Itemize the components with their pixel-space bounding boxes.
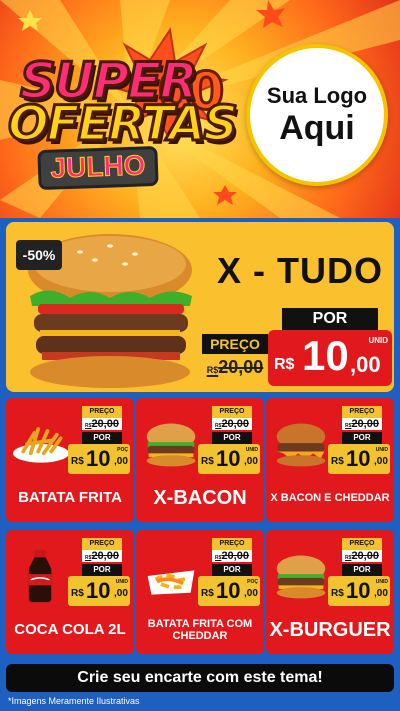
new-price-label: POR	[82, 564, 122, 576]
cheddar-fries-icon	[147, 570, 195, 595]
product-card[interactable]: PREÇO R$20,00 POR R$ 10 ,00 UNID X-BURGU…	[266, 530, 394, 654]
featured-offer[interactable]: -50% X - TUDO PREÇO R$20,00 POR R$ 10 ,0…	[6, 222, 394, 392]
old-price-label: PREÇO	[212, 406, 252, 418]
new-price: R$ 10 ,00 UNID	[198, 444, 260, 474]
old-price-label: PREÇO	[82, 538, 122, 550]
disclaimer-text: *Imagens Meramente Ilustrativas	[8, 696, 140, 706]
super-ofertas-title: 00 SUPER OFERTAS JULHO	[7, 51, 248, 202]
burger-icon	[146, 423, 196, 467]
logo-placeholder[interactable]: Sua Logo Aqui	[246, 44, 388, 186]
old-price: R$20,00	[82, 550, 122, 562]
title-ofertas: OFERTAS	[7, 95, 240, 154]
product-card[interactable]: PREÇO R$20,00 POR R$ 10 ,00 UNID COCA CO…	[6, 530, 134, 654]
product-name: X-BACON	[153, 487, 247, 509]
new-price: R$ 10 ,00 UNID	[68, 576, 130, 606]
cheddar-burger-icon	[276, 423, 326, 467]
product-card[interactable]: PREÇO R$20,00 POR R$ 10 ,00 POÇ BATATA F…	[136, 530, 264, 654]
old-price: R$20,00	[212, 418, 252, 430]
month-badge: JULHO	[37, 145, 159, 191]
featured-product-name: X - TUDO	[217, 250, 383, 291]
old-price-label: PREÇO	[82, 406, 122, 418]
logo-text-line1: Sua Logo	[266, 83, 368, 108]
old-price: R$20,00	[82, 418, 122, 430]
new-price: R$ 10 ,00 UNID	[328, 444, 390, 474]
product-name: BATATA FRITA	[18, 488, 122, 506]
new-price: R$ 10 ,00 UNID	[268, 330, 392, 386]
old-price: R$20,00	[342, 550, 382, 562]
header-banner: 00 SUPER OFERTAS JULHO Sua Logo Aqui	[0, 0, 400, 218]
old-price: R$20,00	[342, 418, 382, 430]
product-name: X-BURGUER	[269, 619, 391, 641]
product-name: BATATA FRITA COM CHEDDAR	[147, 617, 253, 642]
old-price-label: PREÇO	[342, 538, 382, 550]
product-name: X BACON E CHEDDAR	[270, 491, 390, 504]
new-price: R$ 10 ,00 UNID	[328, 576, 390, 606]
old-price-label: PREÇO	[202, 334, 268, 354]
fries-icon	[13, 427, 69, 463]
new-price: R$ 10 ,00 POÇ	[68, 444, 130, 474]
new-price-label: POR	[282, 308, 378, 330]
old-price-box: PREÇO R$20,00	[202, 334, 268, 380]
soda-bottle-icon	[28, 549, 52, 603]
new-price-box: POR R$ 10 ,00 UNID	[268, 308, 392, 388]
new-price: R$ 10 ,00 POÇ	[198, 576, 260, 606]
old-price: R$20,00	[212, 550, 252, 562]
new-price-label: POR	[212, 564, 252, 576]
new-price-label: POR	[342, 432, 382, 444]
logo-text-line2: Aqui	[279, 109, 355, 147]
cta-banner[interactable]: Crie seu encarte com este tema!	[6, 664, 394, 692]
discount-badge: -50%	[16, 240, 62, 270]
product-card[interactable]: PREÇO R$20,00 POR R$ 10 ,00 POÇ BATATA F…	[6, 398, 134, 522]
product-card[interactable]: PREÇO R$20,00 POR R$ 10 ,00 UNID X-BACON	[136, 398, 264, 522]
old-price-label: PREÇO	[212, 538, 252, 550]
new-price-label: POR	[212, 432, 252, 444]
old-price-label: PREÇO	[342, 406, 382, 418]
old-price: R$20,00	[206, 357, 264, 377]
new-price-label: POR	[342, 564, 382, 576]
new-price-label: POR	[82, 432, 122, 444]
burger-icon	[276, 555, 326, 599]
product-name: COCA COLA 2L	[14, 620, 126, 638]
product-card[interactable]: PREÇO R$20,00 POR R$ 10 ,00 UNID X BACON…	[266, 398, 394, 522]
